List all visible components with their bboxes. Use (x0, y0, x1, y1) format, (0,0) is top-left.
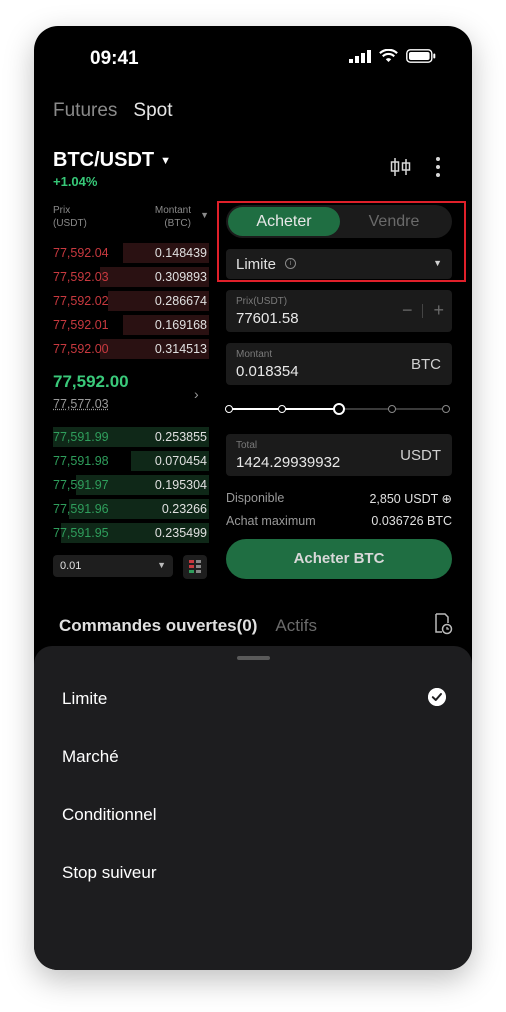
ask-qty: 0.148439 (154, 246, 207, 260)
caret-down-icon: ▼ (160, 154, 171, 167)
amount-label: Montant (236, 349, 273, 360)
total-unit: USDT (400, 447, 441, 464)
order-history-icon[interactable] (433, 613, 453, 635)
bid-price: 77,591.95 (53, 526, 109, 540)
bid-row[interactable]: 77,591.99 0.253855 (53, 427, 209, 447)
orderbook-amount-header: Montant (BTC) (154, 205, 191, 229)
chevron-right-icon[interactable]: › (194, 386, 199, 402)
amount-field[interactable]: Montant 0.018354 BTC (226, 343, 452, 385)
sheet-drag-handle[interactable] (237, 656, 270, 660)
slider-step-25[interactable] (278, 405, 286, 413)
minus-icon[interactable]: − (402, 300, 413, 321)
option-market[interactable]: Marché (62, 747, 119, 767)
ask-qty: 0.314513 (154, 342, 207, 356)
orderbook-layout-icon (189, 560, 201, 573)
tab-futures[interactable]: Futures (53, 100, 117, 122)
depth-precision-select[interactable]: 0.01 ▼ (53, 555, 173, 577)
status-time: 09:41 (90, 48, 139, 69)
bid-price: 77,591.98 (53, 454, 109, 468)
mid-price: 77,592.00 (53, 372, 129, 391)
total-value: 1424.29939932 (236, 454, 341, 471)
bid-qty: 0.070454 (154, 454, 207, 468)
ask-row[interactable]: 77,592.00 0.314513 (53, 339, 209, 359)
stepper-divider (422, 303, 424, 318)
orderbook-layout-button[interactable] (183, 555, 207, 579)
tab-open-orders[interactable]: Commandes ouvertes(0) (59, 616, 257, 636)
checkmark-icon (428, 688, 446, 706)
slider-step-0[interactable] (225, 405, 233, 413)
candlestick-chart-icon[interactable] (390, 157, 412, 177)
pair-selector[interactable]: BTC/USDT ▼ (53, 149, 171, 172)
signal-icon (349, 49, 371, 63)
status-bar: 09:41 (34, 46, 472, 70)
tab-assets[interactable]: Actifs (275, 616, 317, 636)
ask-row[interactable]: 77,592.04 0.148439 (53, 243, 209, 263)
slider-step-75[interactable] (388, 405, 396, 413)
price-label: Prix(USDT) (236, 296, 288, 307)
phone-screen: 09:41 Futures Spot BTC/USDT ▼ +1.04% Pri… (34, 26, 472, 970)
ask-qty: 0.169168 (154, 318, 207, 332)
option-trailing-stop[interactable]: Stop suiveur (62, 863, 157, 883)
amount-unit: BTC (411, 356, 441, 373)
ask-row[interactable]: 77,592.01 0.169168 (53, 315, 209, 335)
depth-precision-value: 0.01 (60, 560, 82, 572)
available-label: Disponible (226, 491, 285, 505)
bid-price: 77,591.97 (53, 478, 109, 492)
bid-price: 77,591.96 (53, 502, 109, 516)
bid-row[interactable]: 77,591.98 0.070454 (53, 451, 209, 471)
available-value: 2,850 USDT ⊕ (369, 492, 452, 506)
caret-down-icon: ▼ (157, 560, 166, 570)
ask-price: 77,592.01 (53, 318, 109, 332)
ask-price: 77,592.03 (53, 270, 109, 284)
bid-qty: 0.253855 (154, 430, 207, 444)
ask-price: 77,592.04 (53, 246, 109, 260)
ask-price: 77,592.00 (53, 342, 109, 356)
total-field[interactable]: Total 1424.29939932 USDT (226, 434, 452, 476)
mid-reference-price: 77,577.03 (53, 397, 109, 411)
add-funds-icon[interactable]: ⊕ (442, 492, 452, 506)
amount-slider[interactable] (225, 403, 452, 415)
submit-buy-button[interactable]: Acheter BTC (226, 539, 452, 579)
ask-qty: 0.286674 (154, 294, 207, 308)
ask-row[interactable]: 77,592.02 0.286674 (53, 291, 209, 311)
battery-icon (406, 49, 436, 63)
more-vertical-icon[interactable] (434, 156, 442, 178)
wifi-icon (379, 49, 398, 62)
market-tabs: Futures Spot (53, 100, 173, 122)
order-type-sheet: Limite Marché Conditionnel Stop suiveur (34, 646, 472, 970)
option-limit[interactable]: Limite (62, 689, 107, 709)
bid-row[interactable]: 77,591.95 0.235499 (53, 523, 209, 543)
bid-qty: 0.195304 (154, 478, 207, 492)
max-buy-value: 0.036726 BTC (371, 514, 452, 528)
bid-row[interactable]: 77,591.97 0.195304 (53, 475, 209, 495)
amount-value: 0.018354 (236, 363, 299, 380)
option-conditional[interactable]: Conditionnel (62, 805, 157, 825)
bid-row[interactable]: 77,591.96 0.23266 (53, 499, 209, 519)
pair-symbol: BTC/USDT (53, 149, 155, 171)
total-label: Total (236, 440, 258, 451)
price-value: 77601.58 (236, 310, 299, 327)
price-stepper: − + (402, 300, 444, 321)
ask-price: 77,592.02 (53, 294, 109, 308)
tab-spot[interactable]: Spot (133, 100, 172, 122)
plus-icon[interactable]: + (433, 300, 444, 321)
ask-row[interactable]: 77,592.03 0.309893 (53, 267, 209, 287)
ask-qty: 0.309893 (154, 270, 207, 284)
status-icons (349, 49, 436, 63)
max-buy-label: Achat maximum (226, 514, 316, 528)
slider-step-100[interactable] (442, 405, 450, 413)
bid-qty: 0.235499 (154, 526, 207, 540)
caret-down-icon[interactable]: ▼ (200, 210, 209, 220)
slider-handle[interactable] (333, 403, 345, 415)
pair-change: +1.04% (53, 174, 98, 189)
bid-qty: 0.23266 (161, 502, 207, 516)
bid-price: 77,591.99 (53, 430, 109, 444)
orders-tabs: Commandes ouvertes(0) Actifs (59, 616, 317, 636)
price-field[interactable]: Prix(USDT) 77601.58 − + (226, 290, 452, 332)
highlight-box (217, 201, 466, 282)
orderbook-price-header: Prix (USDT) (53, 205, 87, 229)
